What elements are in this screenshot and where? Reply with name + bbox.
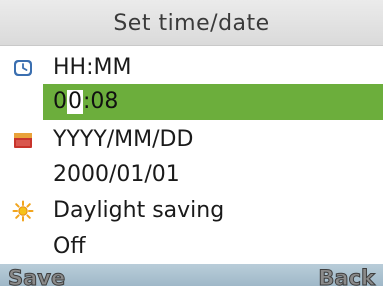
time-value-row[interactable]: 00:08	[0, 84, 383, 120]
date-label-row: YYYY/MM/DD	[0, 122, 383, 158]
back-softkey[interactable]: Back	[318, 265, 376, 286]
time-date-screen: Set time/date HH:MM 00:08 YYYY/MM/DD 200…	[0, 0, 383, 286]
sun-icon	[12, 200, 34, 222]
dst-label-row: Daylight saving	[0, 193, 383, 229]
page-title: Set time/date	[0, 0, 383, 46]
dst-label: Daylight saving	[53, 198, 225, 223]
time-input[interactable]: 00:08	[53, 84, 118, 120]
date-input[interactable]: 2000/01/01	[53, 157, 180, 193]
time-cursor-digit[interactable]: 0	[67, 90, 83, 114]
dst-value[interactable]: Off	[53, 229, 85, 265]
softkey-bar: Save Back	[0, 264, 383, 286]
date-format-label: YYYY/MM/DD	[53, 127, 194, 152]
time-digit: 0	[53, 89, 67, 114]
clock-icon	[14, 60, 32, 76]
time-label-row: HH:MM	[0, 50, 383, 86]
calendar-icon	[14, 133, 32, 148]
dst-value-row[interactable]: Off	[0, 229, 383, 265]
date-value-row[interactable]: 2000/01/01	[0, 157, 383, 193]
save-softkey[interactable]: Save	[7, 265, 65, 286]
time-format-label: HH:MM	[53, 55, 132, 80]
time-rest: :08	[83, 89, 119, 114]
